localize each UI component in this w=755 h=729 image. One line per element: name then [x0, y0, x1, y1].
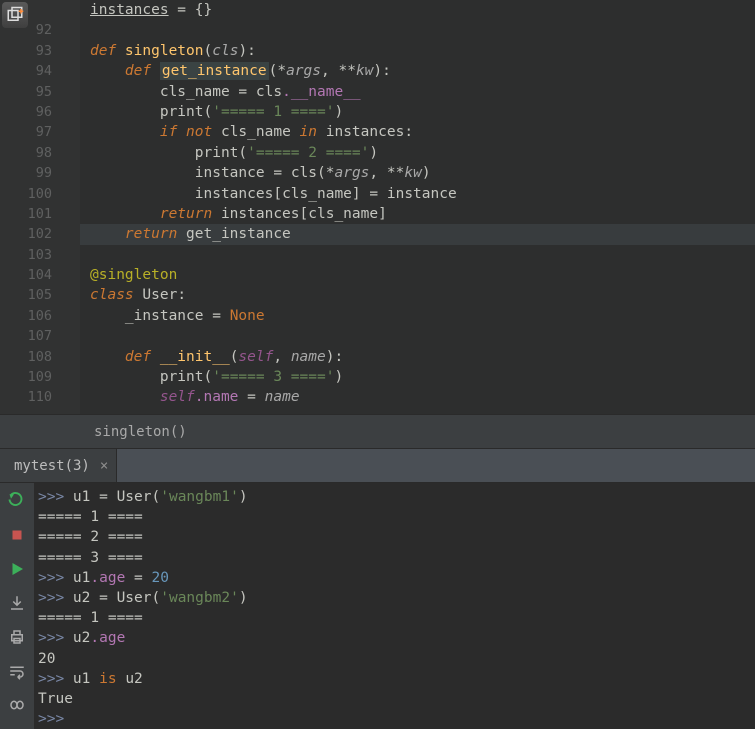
console-tab-bar: mytest(3) ×	[0, 448, 755, 483]
console-line: >>> u1 = User('wangbm1')	[38, 487, 755, 507]
code-content[interactable]: instances = {}def singleton(cls): def ge…	[80, 0, 755, 414]
console-line: ===== 1 ====	[38, 507, 755, 527]
console-line: ===== 3 ====	[38, 548, 755, 568]
run-button[interactable]	[5, 557, 29, 581]
new-pane-button[interactable]	[2, 2, 28, 28]
console-line: >>> u1.age = 20	[38, 568, 755, 588]
console-line: ===== 2 ====	[38, 527, 755, 547]
line-number-gutter: 9293949596979899100101102103104105106107…	[0, 0, 58, 414]
console-line: >>>	[38, 709, 755, 729]
link-button[interactable]	[5, 693, 29, 717]
console-line: True	[38, 689, 755, 709]
console-output[interactable]: >>> u1 = User('wangbm1')===== 1 ========…	[34, 483, 755, 729]
print-button[interactable]	[5, 625, 29, 649]
close-icon[interactable]: ×	[100, 458, 108, 474]
console-toolbar	[0, 483, 34, 729]
console-line: >>> u1 is u2	[38, 669, 755, 689]
editor-pane: 9293949596979899100101102103104105106107…	[0, 0, 755, 414]
console-pane: >>> u1 = User('wangbm1')===== 1 ========…	[0, 483, 755, 729]
tab-label: mytest(3)	[14, 458, 90, 474]
console-line: >>> u2.age	[38, 628, 755, 648]
breadcrumb[interactable]: singleton()	[0, 414, 755, 448]
tab-mytest[interactable]: mytest(3) ×	[0, 449, 117, 482]
console-line: 20	[38, 649, 755, 669]
breadcrumb-text: singleton()	[94, 424, 187, 440]
console-line: ===== 1 ====	[38, 608, 755, 628]
stop-button[interactable]	[5, 523, 29, 547]
code-area[interactable]: 9293949596979899100101102103104105106107…	[0, 0, 755, 414]
download-button[interactable]	[5, 591, 29, 615]
rerun-button[interactable]	[5, 489, 29, 513]
wrap-button[interactable]	[5, 659, 29, 683]
console-line: >>> u2 = User('wangbm2')	[38, 588, 755, 608]
fold-column	[58, 0, 80, 414]
